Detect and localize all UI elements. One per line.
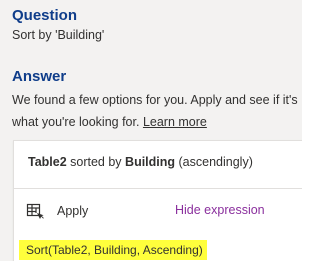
- answer-line-1: We found a few options for you. Apply an…: [12, 93, 298, 107]
- apply-label: Apply: [57, 204, 89, 218]
- answer-line-2: what you're looking for. Learn more: [12, 111, 302, 133]
- table-apply-icon: [26, 202, 44, 220]
- suggestion-column-name: Building: [125, 155, 176, 169]
- suggestion-title-middle: sorted by: [66, 155, 126, 169]
- hide-expression-link[interactable]: Hide expression: [175, 203, 265, 217]
- suggestion-title: Table2 sorted by Building (ascendingly): [28, 155, 253, 169]
- expression-text: Sort(Table2, Building, Ascending): [19, 240, 207, 260]
- suggestion-title-suffix: (ascendingly): [175, 155, 253, 169]
- answer-text: We found a few options for you. Apply an…: [12, 89, 302, 133]
- copilot-answer-panel: Question Sort by 'Building' Answer We fo…: [0, 0, 302, 261]
- card-divider: [14, 188, 302, 189]
- learn-more-link[interactable]: Learn more: [143, 115, 207, 129]
- apply-button[interactable]: Apply: [26, 199, 88, 223]
- answer-line-2-text: what you're looking for.: [12, 115, 143, 129]
- question-heading: Question: [12, 7, 78, 24]
- answer-heading: Answer: [12, 68, 67, 85]
- suggestion-table-name: Table2: [28, 155, 67, 169]
- suggestion-card: Table2 sorted by Building (ascendingly) …: [13, 140, 302, 261]
- question-text: Sort by 'Building': [12, 28, 105, 42]
